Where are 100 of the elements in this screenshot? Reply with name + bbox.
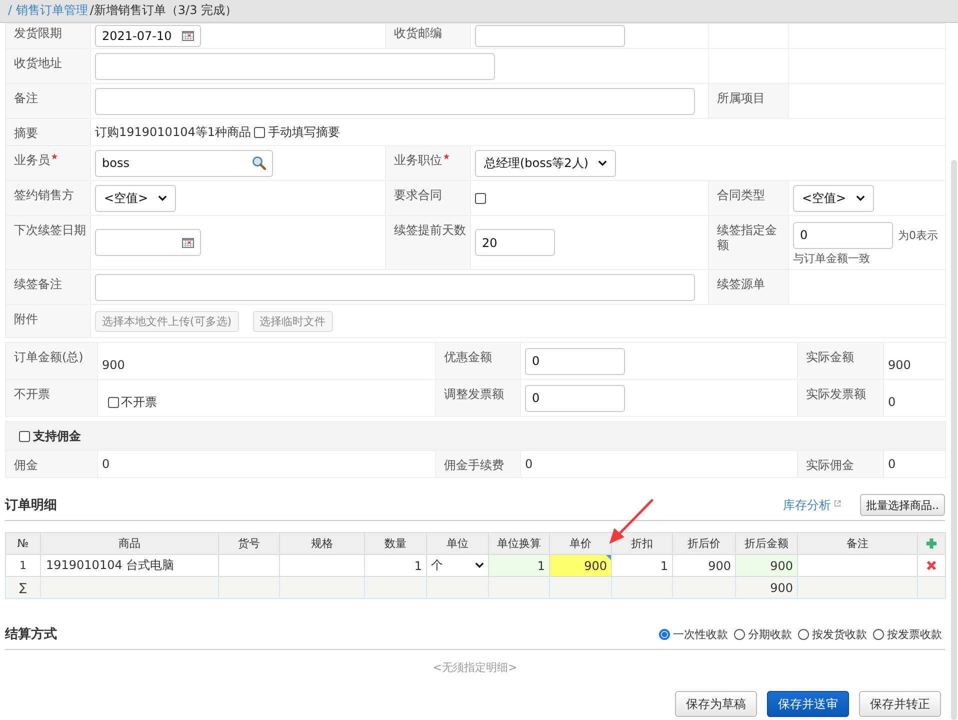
field-value: 0 [102, 456, 110, 470]
empty-note: <无须指定明细> [432, 661, 518, 674]
field-label: 业务员 [14, 153, 50, 167]
radio-label[interactable]: 按发货收款 [812, 626, 867, 642]
field-label: 所属项目 [717, 91, 765, 105]
column-header: 备注 [798, 532, 918, 554]
text-field[interactable]: 0 [793, 222, 893, 248]
sum-symbol: ∑ [6, 576, 40, 598]
save-button[interactable]: 保存并送审 [767, 691, 849, 717]
checkbox-label[interactable]: 支持佣金 [33, 428, 81, 444]
field-label: 续签提前天数 [394, 223, 466, 237]
checkbox-label[interactable]: 手动填写摘要 [268, 124, 340, 140]
field-label: 合同类型 [717, 188, 765, 202]
date-field[interactable] [95, 229, 201, 256]
field-label: 佣金 [14, 458, 38, 472]
column-header: 货号 [218, 532, 280, 554]
field-label: 实际佣金 [806, 458, 854, 472]
radio-label[interactable]: 按发票收款 [887, 626, 942, 642]
field-value: 900 [102, 356, 125, 372]
chevron-down-icon [475, 562, 484, 568]
radio-button[interactable] [734, 628, 745, 640]
field-label: 实际金额 [806, 350, 854, 364]
total-cell: 900 [736, 576, 798, 598]
save-button[interactable]: 保存并转正 [859, 691, 941, 717]
chevron-down-icon [856, 195, 866, 201]
checkbox[interactable] [475, 192, 486, 204]
delete-icon[interactable] [926, 560, 937, 571]
field-label: 订单金额(总) [14, 350, 84, 364]
column-header: 数量 [364, 532, 426, 554]
field-label: 不开票 [14, 387, 50, 401]
field-value: 0 [525, 456, 533, 470]
radio-button[interactable] [659, 628, 670, 640]
column-header: 折后金额 [736, 532, 798, 554]
radio-label[interactable]: 一次性收款 [673, 626, 728, 642]
field-label: 续签源单 [717, 277, 765, 291]
column-header: № [6, 532, 40, 554]
field-label: 续签指定金额 [717, 223, 777, 252]
column-header: 商品 [40, 532, 218, 554]
checkbox-label[interactable]: 不开票 [121, 394, 157, 410]
radio-button[interactable] [798, 628, 809, 640]
section-title: 订单明细 [5, 498, 57, 512]
text-field[interactable] [95, 274, 695, 300]
chevron-down-icon [598, 160, 608, 166]
column-header: 单价 [550, 532, 612, 554]
hint-text: 与订单金额一致 [793, 250, 870, 266]
page-title: /新增销售订单（3/3 完成） [90, 3, 238, 19]
calendar-icon[interactable] [182, 238, 194, 248]
radio-button[interactable] [873, 628, 884, 640]
scrollbar[interactable] [951, 160, 957, 720]
save-button[interactable]: 保存为草稿 [675, 691, 757, 717]
field-label: 业务职位 [394, 153, 442, 167]
field-label: 收货地址 [14, 56, 62, 70]
column-header: 规格 [280, 532, 364, 554]
field-label: 优惠金额 [444, 350, 492, 364]
field-label: 续签备注 [14, 277, 62, 291]
stock-analysis-link[interactable]: 库存分析 [783, 498, 831, 512]
search-icon[interactable] [252, 156, 266, 170]
select-field[interactable]: <空值> [95, 184, 176, 212]
text-field[interactable] [95, 52, 495, 80]
field-label: 下次续签日期 [14, 223, 86, 237]
column-header: 折扣 [612, 532, 672, 554]
table-cell: 900 [736, 554, 798, 576]
field-value: 0 [888, 456, 896, 470]
corner-marker-icon [606, 555, 611, 560]
field-value: 0 [888, 394, 896, 410]
external-link-icon [834, 500, 841, 507]
text-field[interactable]: 0 [525, 384, 625, 412]
field-label: 要求合同 [394, 188, 442, 202]
summary-text: 订购1919010104等1种商品 [95, 124, 251, 140]
checkbox[interactable] [19, 430, 30, 442]
field-label: 佣金手续费 [444, 458, 504, 472]
text-field[interactable]: 20 [475, 229, 555, 256]
field-value: 900 [888, 356, 911, 372]
text-field[interactable]: 0 [525, 348, 625, 374]
calendar-icon[interactable] [182, 31, 194, 41]
field-label: 摘要 [14, 126, 38, 140]
radio-label[interactable]: 分期收款 [748, 626, 792, 642]
table-cell[interactable]: 900 [550, 554, 612, 576]
section-title: 结算方式 [5, 626, 57, 642]
chevron-down-icon [158, 195, 168, 201]
field-label: 收货邮编 [394, 26, 442, 40]
add-icon[interactable] [926, 538, 937, 549]
search-field[interactable]: boss [95, 150, 273, 176]
date-field[interactable]: 2021-07-10 [95, 25, 201, 47]
checkbox[interactable] [254, 126, 265, 138]
column-header: 单位 [426, 532, 488, 554]
field-label: 发货限期 [14, 26, 62, 40]
table-cell: 1 [488, 554, 550, 576]
field-label: 附件 [14, 312, 38, 326]
field-label: 调整发票额 [444, 387, 504, 401]
select-field[interactable]: <空值> [793, 184, 874, 212]
checkbox[interactable] [108, 396, 119, 408]
batch-select-button[interactable]: 批量选择商品.. [860, 494, 945, 516]
hint-text: 为0表示 [898, 228, 938, 242]
field-label: 签约销售方 [14, 188, 74, 202]
field-label: 实际发票额 [806, 387, 866, 401]
column-header: 折后价 [672, 532, 736, 554]
text-field[interactable] [475, 25, 625, 47]
text-field[interactable] [95, 88, 695, 114]
select-field[interactable]: 总经理(boss等2人) [475, 150, 616, 176]
